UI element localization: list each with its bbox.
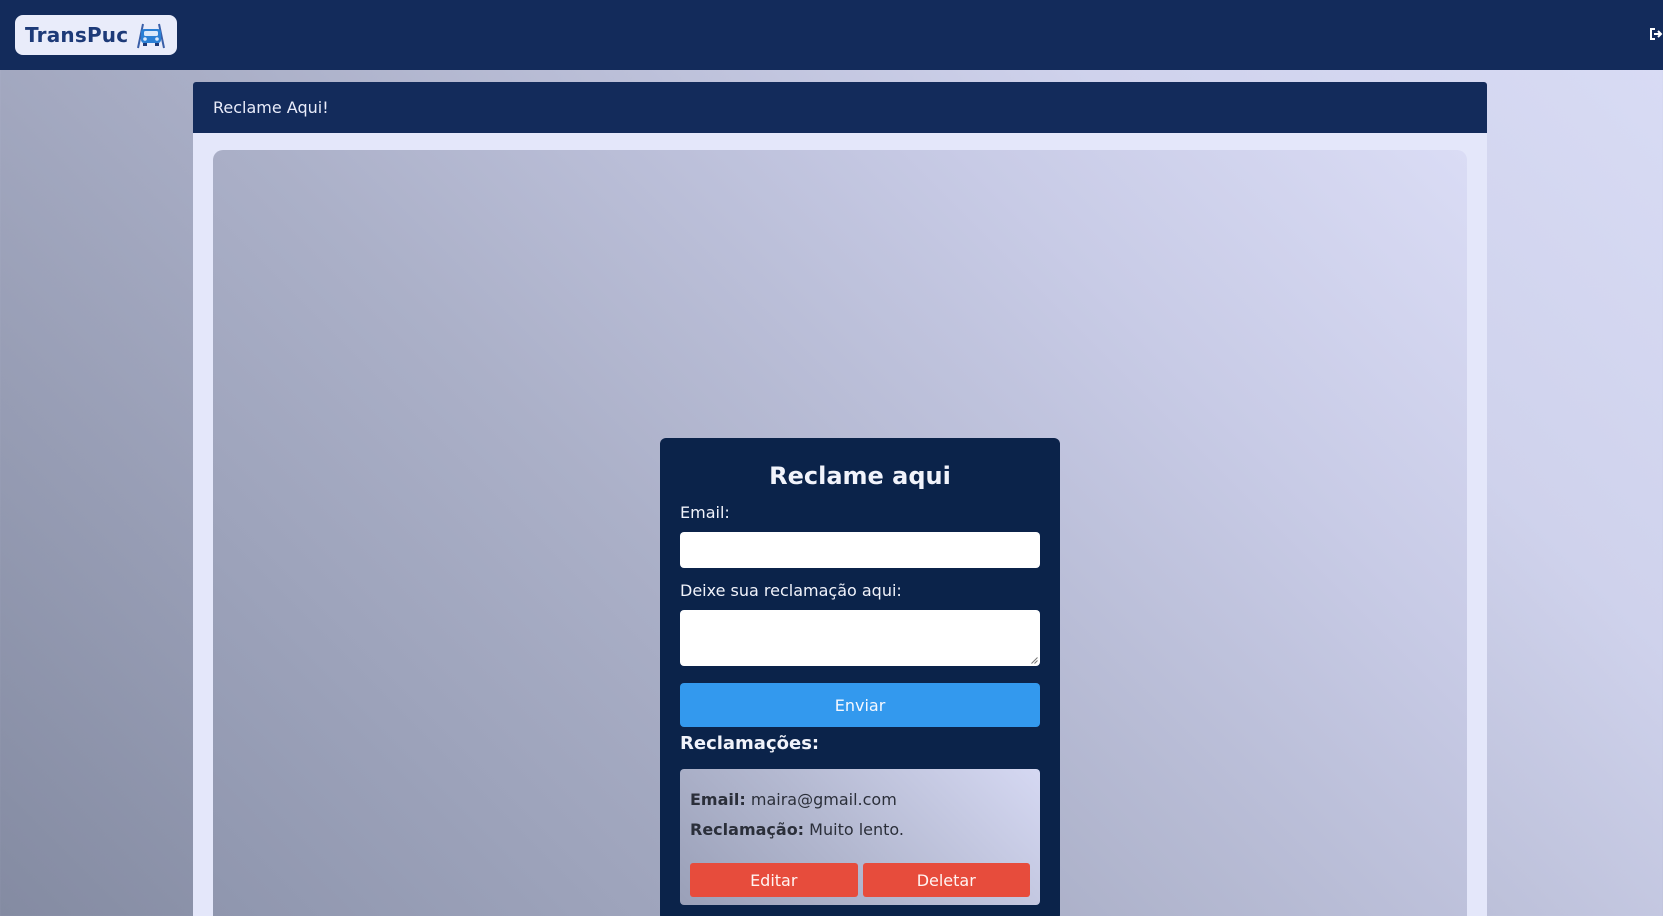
send-button[interactable]: Enviar bbox=[680, 683, 1040, 727]
complaint-actions: Editar Deletar bbox=[690, 863, 1030, 897]
complaint-email-value: maira@gmail.com bbox=[750, 790, 897, 809]
panel-title: Reclame Aqui! bbox=[213, 98, 329, 117]
complaint-email-line: Email: maira@gmail.com bbox=[690, 785, 1030, 815]
complaint-textarea[interactable] bbox=[680, 610, 1040, 666]
logout-icon[interactable] bbox=[1649, 26, 1663, 42]
complaint-form-card: Reclame aqui Email: Deixe sua reclamação… bbox=[660, 438, 1060, 916]
form-title: Reclame aqui bbox=[769, 462, 951, 490]
app-logo[interactable]: TransPuc bbox=[15, 15, 177, 55]
email-input[interactable] bbox=[680, 532, 1040, 568]
complaints-title: Reclamações: bbox=[680, 733, 820, 754]
top-navbar: TransPuc bbox=[0, 0, 1663, 70]
email-label: Email: bbox=[680, 503, 730, 522]
content-area: Reclame aqui Email: Deixe sua reclamação… bbox=[213, 150, 1467, 916]
complaint-email-label: Email: bbox=[690, 790, 746, 809]
complaint-text-value: Muito lento. bbox=[809, 820, 905, 839]
complaint-text-line: Reclamação: Muito lento. bbox=[690, 815, 1030, 845]
complaint-text-label: Reclamação: bbox=[690, 820, 805, 839]
logo-text: TransPuc bbox=[25, 23, 129, 47]
main-panel: Reclame Aqui! Reclame aqui Email: Deixe … bbox=[193, 82, 1487, 916]
resize-handle-icon[interactable] bbox=[1031, 657, 1038, 664]
car-road-icon bbox=[137, 23, 166, 49]
delete-button[interactable]: Deletar bbox=[862, 863, 1030, 897]
panel-header: Reclame Aqui! bbox=[193, 82, 1487, 133]
edit-button[interactable]: Editar bbox=[690, 863, 858, 897]
complaint-label: Deixe sua reclamação aqui: bbox=[680, 581, 902, 600]
complaint-item: Email: maira@gmail.com Reclamação: Muito… bbox=[680, 769, 1040, 905]
